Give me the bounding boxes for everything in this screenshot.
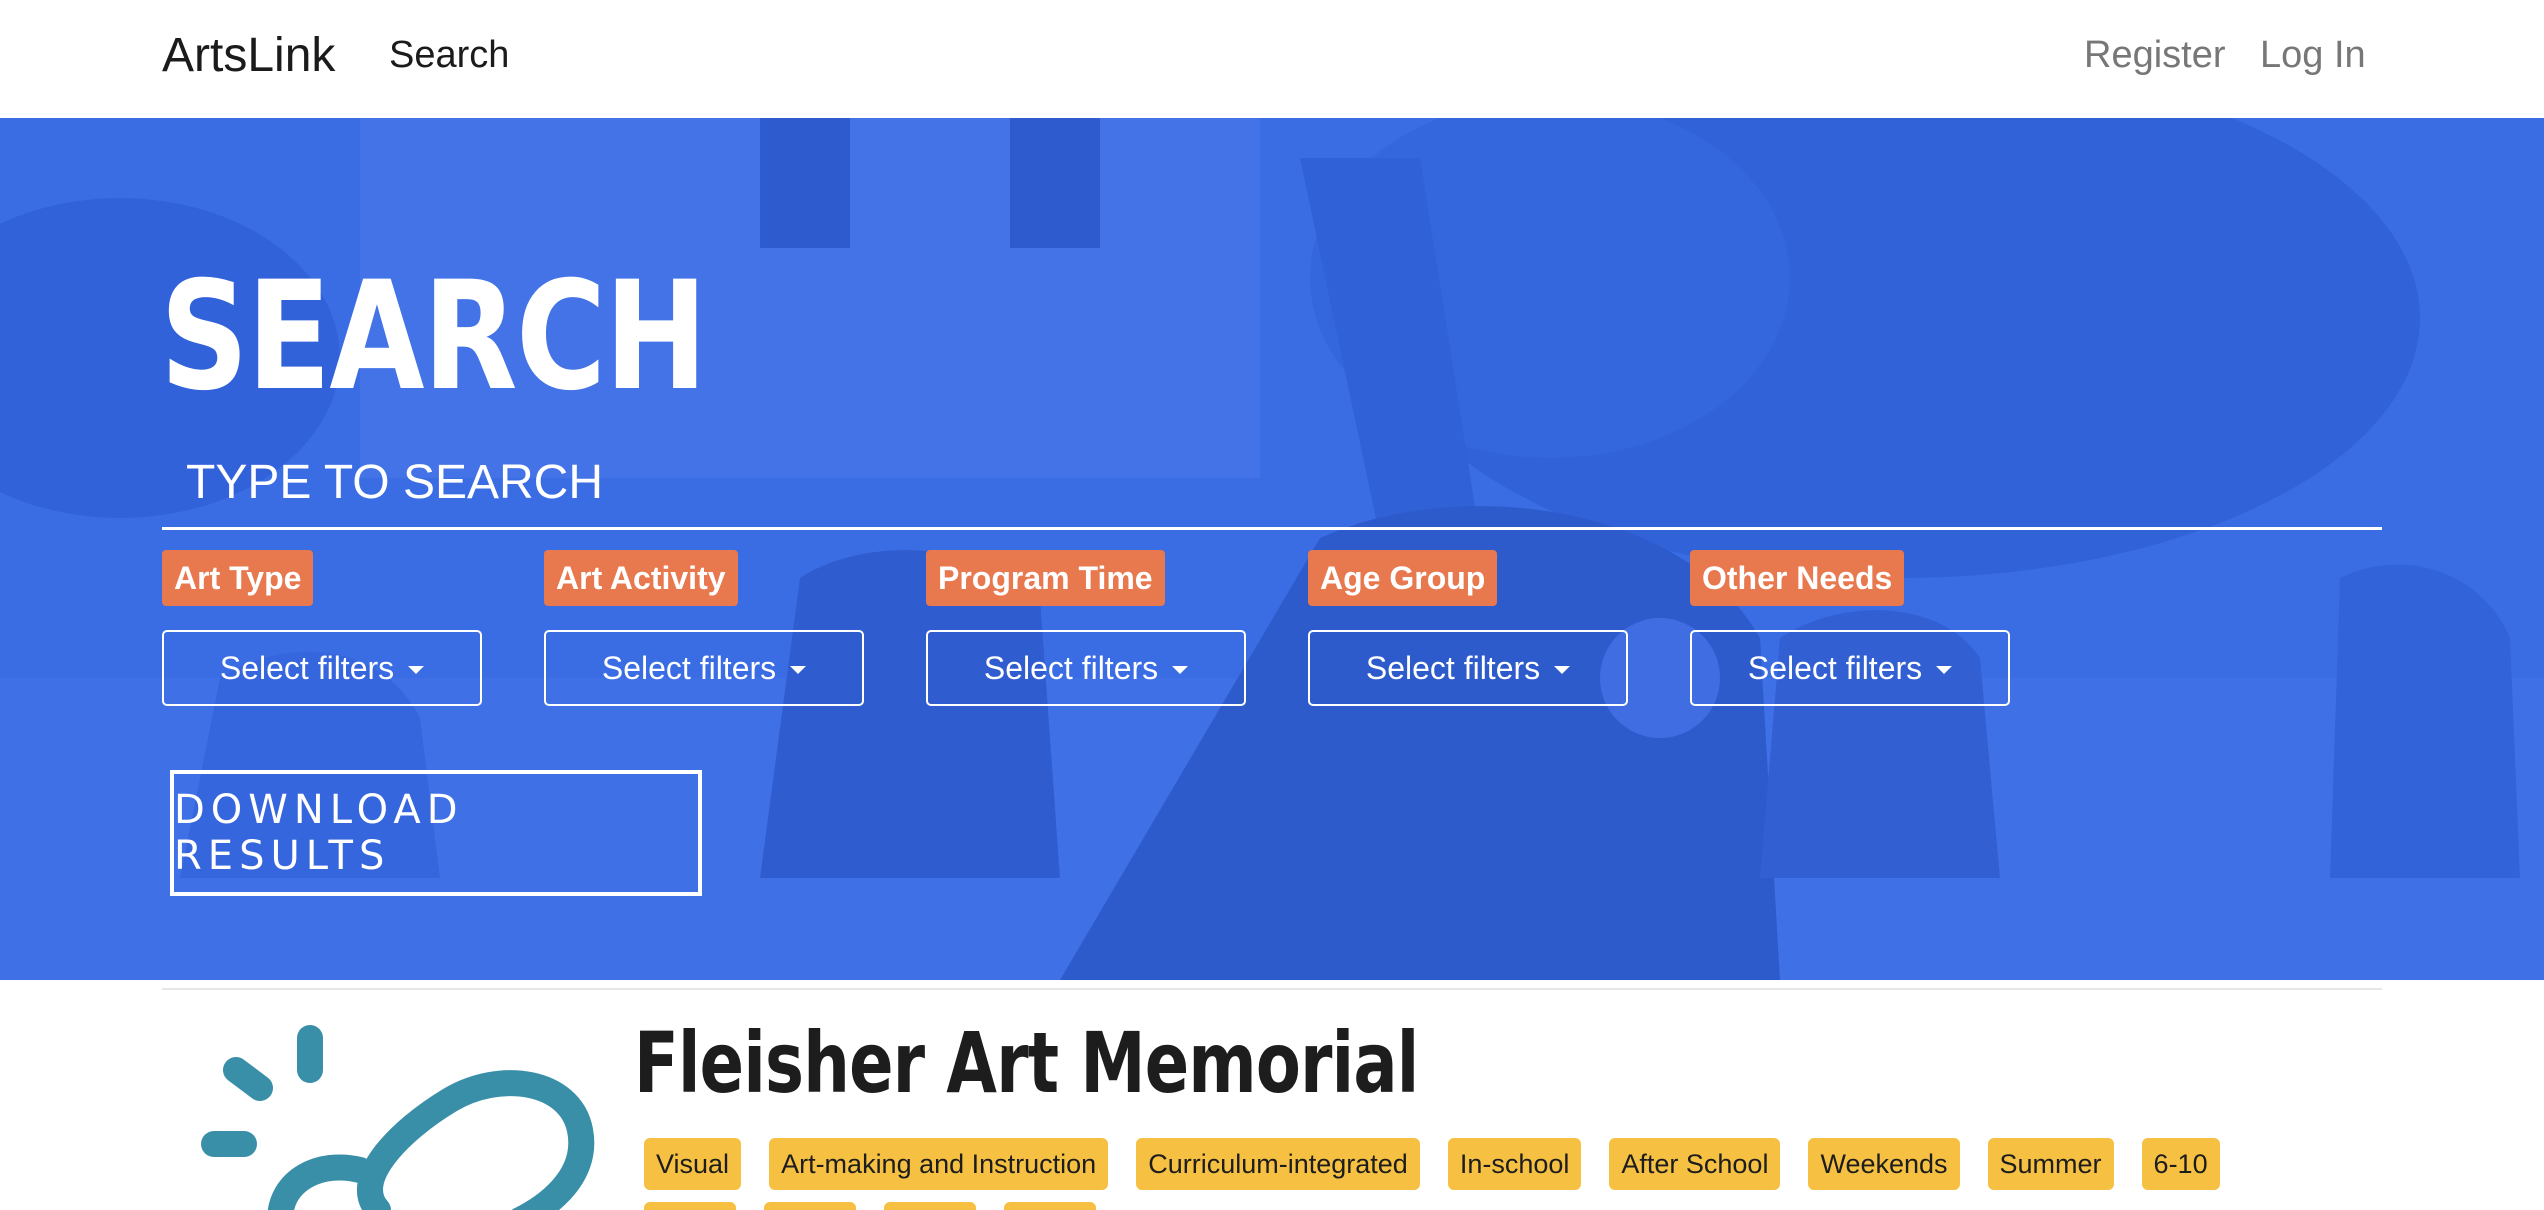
result-tags-row-2 xyxy=(644,1202,1096,1210)
results-divider xyxy=(162,988,2382,990)
top-navbar: ArtsLink Search Register Log In xyxy=(0,0,2544,118)
caret-down-icon xyxy=(1554,666,1571,674)
filter-age-group: Age Group Select filters xyxy=(1308,550,1628,706)
other-needs-dropdown-button[interactable]: Select filters xyxy=(1690,630,2010,706)
dropdown-button-label: Select filters xyxy=(219,649,395,686)
search-input[interactable] xyxy=(162,438,2382,530)
dropdown-button-label: Select filters xyxy=(1365,649,1541,686)
caret-down-icon xyxy=(1172,666,1189,674)
filter-other-needs: Other Needs Select filters xyxy=(1690,550,2010,706)
filter-label-art-activity: Art Activity xyxy=(544,550,738,606)
nav-search-link[interactable]: Search xyxy=(389,34,509,77)
caret-down-icon xyxy=(790,666,807,674)
result-tags: Visual Art-making and Instruction Curric… xyxy=(644,1138,2220,1190)
page-title: SEARCH xyxy=(160,250,708,424)
tag: Curriculum-integrated xyxy=(1136,1138,1420,1190)
filter-label-other-needs: Other Needs xyxy=(1690,550,1905,606)
tag: Summer xyxy=(1987,1138,2114,1190)
nav-login-link[interactable]: Log In xyxy=(2260,34,2366,77)
art-type-dropdown-button[interactable]: Select filters xyxy=(162,630,482,706)
brand-link[interactable]: ArtsLink xyxy=(162,28,335,83)
filter-art-type: Art Type Select filters xyxy=(162,550,482,706)
filter-art-activity: Art Activity Select filters xyxy=(544,550,864,706)
program-time-dropdown-button[interactable]: Select filters xyxy=(926,630,1246,706)
search-hero: SEARCH Art Type Select filters Art Activ… xyxy=(0,118,2544,980)
download-results-button[interactable]: DOWNLOAD RESULTS xyxy=(170,770,702,896)
tag: Visual xyxy=(644,1138,742,1190)
filter-label-program-time: Program Time xyxy=(926,550,1165,606)
art-activity-dropdown-button[interactable]: Select filters xyxy=(544,630,864,706)
tag: Weekends xyxy=(1808,1138,1960,1190)
caret-down-icon xyxy=(408,666,425,674)
result-title[interactable]: Fleisher Art Memorial xyxy=(634,1014,1419,1112)
tag: In-school xyxy=(1447,1138,1582,1190)
filter-program-time: Program Time Select filters xyxy=(926,550,1246,706)
dropdown-button-label: Select filters xyxy=(601,649,777,686)
caret-down-icon xyxy=(1936,666,1953,674)
tag xyxy=(644,1202,736,1210)
organization-logo[interactable] xyxy=(200,1010,620,1210)
tag: 6-10 xyxy=(2141,1138,2220,1190)
tag xyxy=(1004,1202,1096,1210)
tag: Art-making and Instruction xyxy=(769,1138,1109,1190)
nav-register-link[interactable]: Register xyxy=(2084,34,2226,77)
age-group-dropdown-button[interactable]: Select filters xyxy=(1308,630,1628,706)
dropdown-button-label: Select filters xyxy=(1747,649,1923,686)
tag xyxy=(764,1202,856,1210)
filter-label-art-type: Art Type xyxy=(162,550,314,606)
tag xyxy=(884,1202,976,1210)
tag: After School xyxy=(1609,1138,1781,1190)
filter-label-age-group: Age Group xyxy=(1308,550,1498,606)
dropdown-button-label: Select filters xyxy=(983,649,1159,686)
